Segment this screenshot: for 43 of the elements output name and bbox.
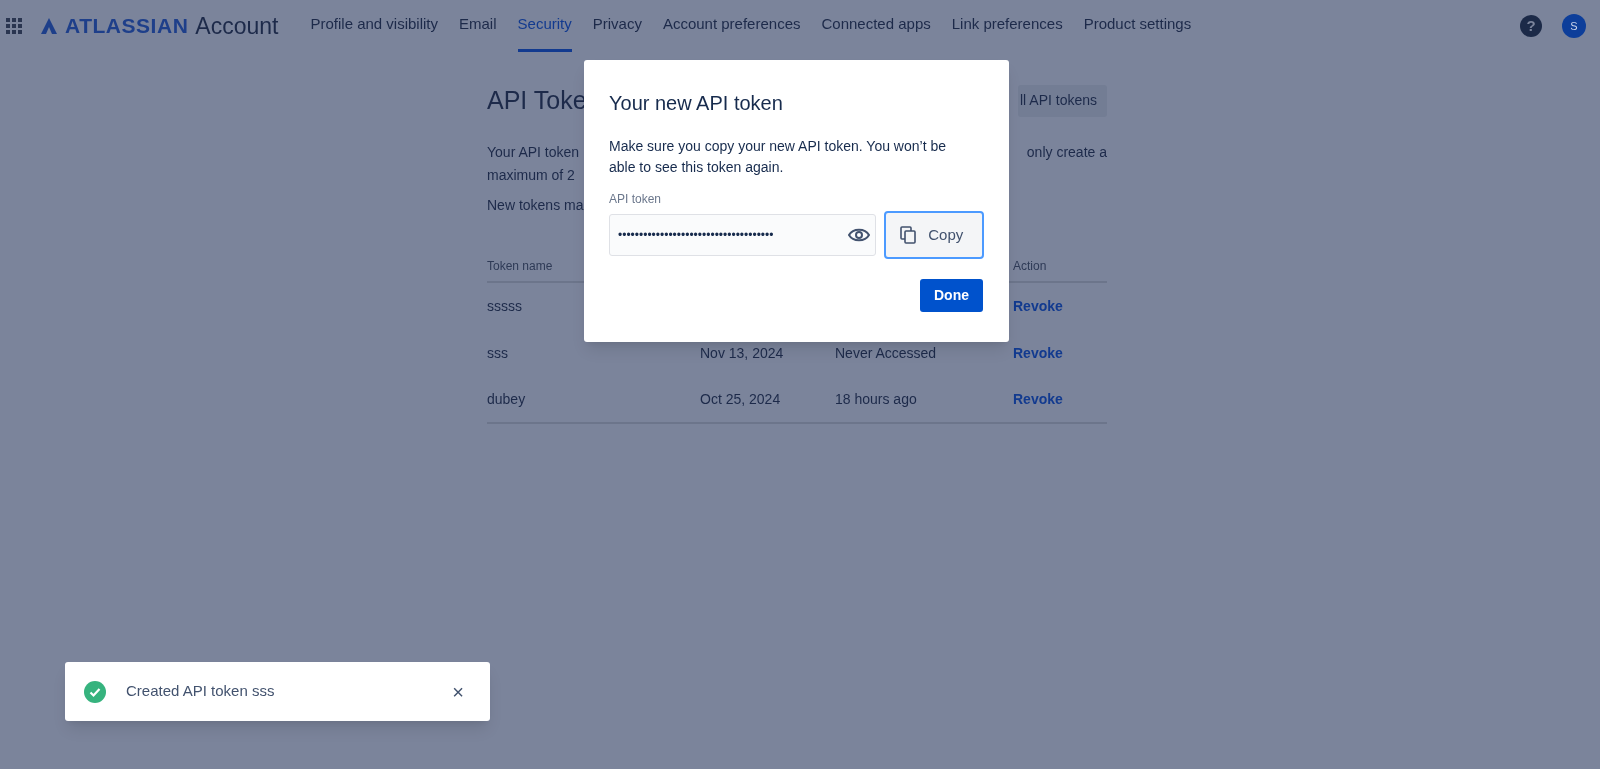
nav-tab[interactable]: Privacy bbox=[592, 0, 642, 52]
revoke-link[interactable]: Revoke bbox=[1013, 388, 1063, 410]
token-name-cell-text: sss bbox=[487, 343, 509, 363]
copy-icon bbox=[900, 226, 917, 244]
revoke-all-button[interactable]: ll API tokens bbox=[1017, 84, 1107, 117]
logo-product: Account bbox=[195, 11, 279, 41]
description-text: Your API token bbox=[487, 142, 580, 162]
close-button[interactable]: × bbox=[452, 681, 464, 702]
api-token-field[interactable]: ••••••••••••••••••••••••••••••••••••• bbox=[609, 214, 877, 256]
page-title: API Toke bbox=[487, 85, 587, 116]
copy-button[interactable]: Copy bbox=[884, 211, 984, 259]
created-date-cell: Nov 13, 2024 bbox=[700, 344, 784, 361]
modal-title: Your new API token bbox=[609, 91, 784, 116]
last-accessed-cell: Never Accessed bbox=[835, 344, 937, 361]
revoke-link[interactable]: Revoke bbox=[1013, 295, 1063, 317]
nav-tab[interactable]: Security bbox=[517, 0, 572, 52]
nav-tab[interactable]: Link preferences bbox=[951, 0, 1063, 52]
note-text: New tokens ma bbox=[487, 195, 584, 215]
nav-tab[interactable]: Email bbox=[459, 0, 497, 52]
description-text: only create a bbox=[1026, 142, 1107, 162]
revoke-link[interactable]: Revoke bbox=[1013, 342, 1063, 364]
nav-tab[interactable]: Account preferences bbox=[662, 0, 801, 52]
modal-body-text: Make sure you copy your new API token. You won’t be able to see this token again. bbox=[609, 137, 947, 177]
description-text: maximum of 2 bbox=[487, 165, 576, 185]
nav-tab[interactable]: Product settings bbox=[1083, 0, 1192, 52]
logo-icon bbox=[40, 17, 58, 35]
field-label: API token bbox=[609, 191, 663, 208]
column-header: Action bbox=[1013, 257, 1047, 275]
help-icon[interactable]: ? bbox=[1520, 15, 1542, 37]
done-button[interactable]: Done bbox=[920, 279, 983, 312]
app-grid-icon[interactable] bbox=[6, 18, 22, 34]
logo-brand: ATLASSIAN bbox=[65, 13, 189, 40]
created-date-cell: Oct 25, 2024 bbox=[700, 390, 781, 407]
toast-message: Created API token sss bbox=[126, 681, 276, 702]
avatar[interactable]: S bbox=[1562, 14, 1586, 38]
last-accessed-cell: 18 hours ago bbox=[835, 390, 917, 407]
column-header: Token name bbox=[487, 257, 554, 275]
eye-icon[interactable] bbox=[848, 227, 871, 243]
success-check-icon bbox=[84, 680, 106, 703]
token-name-cell-text: dubey bbox=[487, 389, 527, 409]
token-name-cell-text: sssss bbox=[487, 296, 523, 316]
nav-tab[interactable]: Profile and visibility bbox=[310, 0, 438, 52]
nav-tab[interactable]: Connected apps bbox=[821, 0, 931, 52]
